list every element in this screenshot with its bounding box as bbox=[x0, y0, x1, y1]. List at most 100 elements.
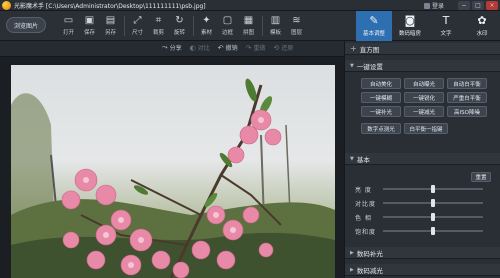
expand-arrow-icon: ▶ bbox=[350, 249, 354, 256]
camera-icon: ◙ bbox=[404, 14, 416, 27]
one-click-button[interactable]: 自动白平衡 bbox=[447, 78, 487, 89]
undo-icon: ↶ bbox=[217, 43, 224, 52]
one-click-button[interactable]: 严重白平衡 bbox=[447, 92, 487, 103]
tool-size-button[interactable]: ⤢ 尺寸 bbox=[127, 14, 148, 38]
tab-basic-adjust[interactable]: ✎ 基本调整 bbox=[356, 11, 392, 41]
watermark-icon: ✿ bbox=[477, 14, 487, 27]
action-bar: ⤳ 分享 ◐ 对比 ↶ 撤销 ↷ 重做 ⟲ 还原 bbox=[0, 41, 344, 57]
fill-light-section-header[interactable]: ▶ 数码补光 bbox=[345, 247, 500, 259]
tool-collage-button[interactable]: ▦ 拼图 bbox=[238, 14, 259, 38]
maximize-button[interactable]: □ bbox=[472, 1, 484, 10]
tool-label: 边框 bbox=[221, 30, 233, 36]
undo-button[interactable]: ↶ 撤销 bbox=[217, 43, 238, 53]
layers-icon: ≋ bbox=[292, 15, 301, 26]
tab-label: 基本调整 bbox=[362, 31, 385, 37]
rotate-icon: ↻ bbox=[175, 15, 184, 26]
tab-digital-darkroom[interactable]: ◙ 数码暗房 bbox=[392, 11, 428, 41]
tool-material-button[interactable]: ✦ 素材 bbox=[196, 14, 217, 38]
tool-save-button[interactable]: ▣ 保存 bbox=[79, 14, 100, 38]
slider-row: 对比度 bbox=[345, 198, 500, 208]
slider-track[interactable] bbox=[383, 185, 483, 193]
template-icon: ▥ bbox=[270, 15, 281, 26]
adjust-panel: + 直方图 ▼ 一键设置 自动美化 自动曝光 自动白平衡 一键模糊 一键锐化 严重白平衡一… bbox=[344, 41, 500, 278]
tool-label: 打开 bbox=[62, 30, 74, 36]
image-canvas[interactable] bbox=[0, 57, 344, 278]
compare-button[interactable]: ◐ 对比 bbox=[189, 43, 210, 53]
restore-button[interactable]: ⟲ 还原 bbox=[273, 43, 294, 53]
main-toolbar: 浏览图片 ▭ 打开 ▣ 保存 ▤ 另存 ⤢ 尺寸 ⌗ 裁剪 ↻ 旋转 ✦ 素材 ▢ 边框 ▦ 拼图 ▥ 模板 ≋ 图层 ✎… bbox=[0, 11, 500, 41]
slider-handle[interactable] bbox=[431, 199, 435, 207]
slider-track[interactable] bbox=[383, 213, 483, 221]
reduce-light-section-header[interactable]: ▶ 数码减光 bbox=[345, 264, 500, 276]
slider-track[interactable] bbox=[383, 199, 483, 207]
basic-label: 基本 bbox=[356, 155, 370, 164]
save-icon: ▣ bbox=[84, 15, 95, 26]
title-bar: 光影魔术手 [C:\Users\Administrator\Desktop\11… bbox=[0, 0, 500, 11]
tool-label: 裁剪 bbox=[152, 30, 164, 36]
peach-blossom-illustration bbox=[11, 78, 335, 278]
action-label: 对比 bbox=[197, 45, 210, 52]
save-as-icon: ▤ bbox=[105, 15, 116, 26]
one-click-button[interactable]: 一键补光 bbox=[361, 106, 401, 117]
restore-icon: ⟲ bbox=[273, 43, 280, 52]
share-icon: ⤳ bbox=[162, 43, 168, 51]
crop-icon: ⌗ bbox=[155, 15, 162, 26]
one-click-button[interactable]: 自动美化 bbox=[361, 78, 401, 89]
expand-icon: + bbox=[350, 44, 357, 53]
tab-label: 水印 bbox=[476, 31, 488, 37]
white-balance-picker-button[interactable]: 白平衡一指键 bbox=[404, 123, 448, 134]
browse-images-button[interactable]: 浏览图片 bbox=[6, 17, 46, 33]
slider-track[interactable] bbox=[383, 227, 483, 235]
action-group: ⤳ 分享 ◐ 对比 ↶ 撤销 ↷ 重做 ⟲ 还原 bbox=[162, 43, 293, 52]
slider-label: 色 相 bbox=[355, 214, 372, 222]
adjust-icon: ✎ bbox=[369, 14, 379, 27]
tool-crop-button[interactable]: ⌗ 裁剪 bbox=[148, 14, 169, 38]
border-icon: ▢ bbox=[222, 15, 233, 26]
share-button[interactable]: ⤳ 分享 bbox=[162, 43, 182, 52]
tab-label: 文字 bbox=[440, 31, 452, 37]
slider-handle[interactable] bbox=[431, 227, 435, 235]
one-click-button[interactable]: 一键模糊 bbox=[361, 92, 401, 103]
text-icon: T bbox=[442, 14, 450, 27]
histogram-label: 直方图 bbox=[359, 45, 380, 54]
one-click-label: 一键设置 bbox=[356, 62, 383, 71]
slider-handle[interactable] bbox=[431, 185, 435, 193]
tool-open-button[interactable]: ▭ 打开 bbox=[58, 14, 79, 38]
one-click-button[interactable]: 高ISO降噪 bbox=[447, 106, 487, 117]
one-click-button[interactable]: 一键减光 bbox=[404, 106, 444, 117]
photo-peach-blossoms bbox=[11, 65, 335, 278]
tool-more-button[interactable]: ≋ 图层 bbox=[286, 14, 307, 38]
histogram-section-header[interactable]: + 直方图 bbox=[345, 43, 500, 55]
tool-label: 拼图 bbox=[242, 30, 254, 36]
tool-save-as-button[interactable]: ▤ 另存 bbox=[100, 14, 121, 38]
tool-label: 另存 bbox=[104, 30, 116, 36]
redo-button[interactable]: ↷ 重做 bbox=[246, 43, 266, 53]
compare-icon: ◐ bbox=[189, 43, 196, 52]
spot-metering-button[interactable]: 数字点测光 bbox=[361, 123, 401, 134]
app-logo-icon bbox=[2, 0, 11, 10]
slider-label: 饱和度 bbox=[355, 228, 377, 236]
one-click-button[interactable]: 一键锐化 bbox=[404, 92, 444, 103]
folder-icon: ▭ bbox=[63, 15, 74, 26]
tool-label: 尺寸 bbox=[131, 30, 143, 36]
tool-border-button[interactable]: ▢ 边框 bbox=[217, 14, 238, 38]
one-click-button[interactable]: 自动曝光 bbox=[404, 78, 444, 89]
collapse-arrow-icon: ▼ bbox=[350, 62, 354, 69]
material-icon: ✦ bbox=[202, 15, 211, 26]
reset-button[interactable]: 重置 bbox=[471, 172, 491, 182]
minimize-button[interactable]: − bbox=[458, 1, 470, 10]
one-click-section-header[interactable]: ▼ 一键设置 bbox=[345, 60, 500, 72]
basic-section-header[interactable]: ▼ 基本 bbox=[345, 153, 500, 165]
tab-watermark[interactable]: ✿ 水印 bbox=[464, 11, 500, 41]
slider-label: 亮 度 bbox=[355, 186, 372, 194]
slider-handle[interactable] bbox=[431, 213, 435, 221]
tool-label: 保存 bbox=[83, 30, 95, 36]
login-button[interactable]: 登录 bbox=[423, 1, 444, 10]
slider-label: 对比度 bbox=[355, 200, 377, 208]
close-button[interactable]: × bbox=[486, 1, 498, 10]
tool-rotate-button[interactable]: ↻ 旋转 bbox=[169, 14, 190, 38]
tab-text[interactable]: T 文字 bbox=[428, 11, 464, 41]
tool-template-button[interactable]: ▥ 模板 bbox=[265, 14, 286, 38]
action-label: 还原 bbox=[281, 45, 294, 52]
tab-label: 数码暗房 bbox=[398, 31, 421, 37]
